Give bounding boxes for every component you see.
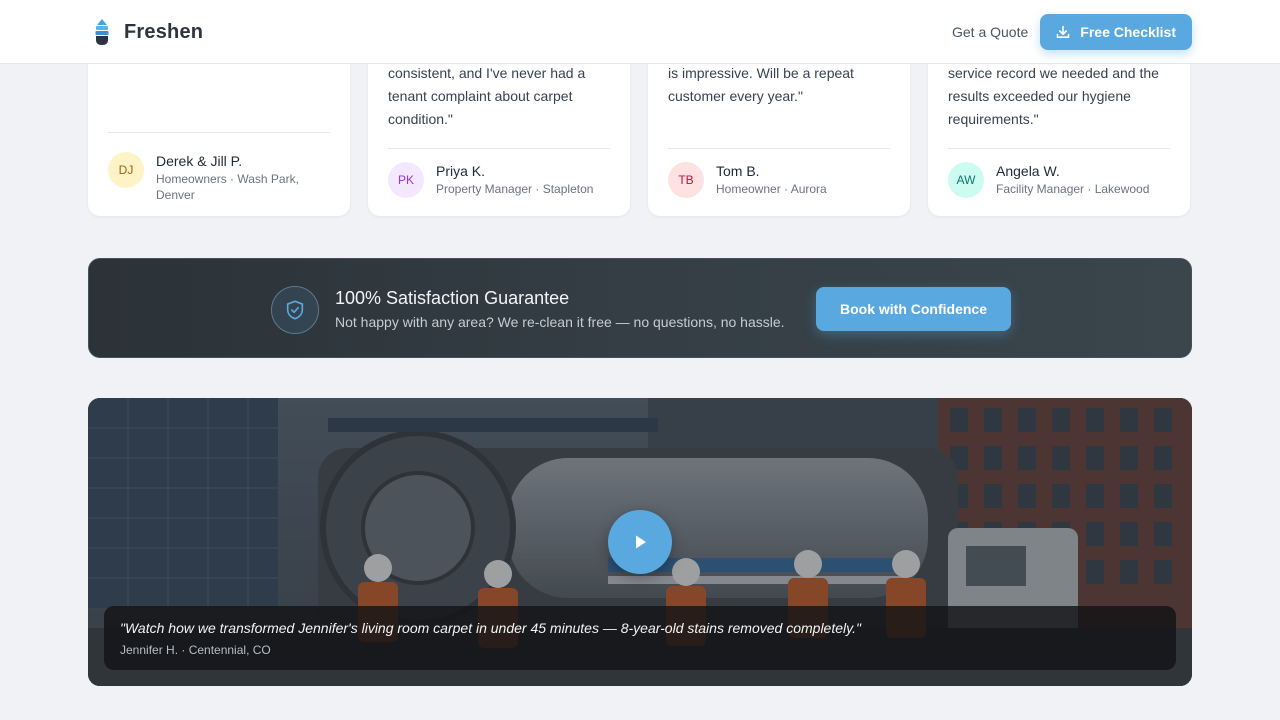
testimonial-author: AW Angela W. Facility Manager · Lakewood	[948, 162, 1149, 198]
free-checklist-button[interactable]: Free Checklist	[1040, 14, 1192, 50]
guarantee-banner: 100% Satisfaction Guarantee Not happy wi…	[88, 258, 1192, 358]
testimonial-quote: service record we needed and the results…	[948, 65, 1159, 127]
caption-author: Jennifer H. · Centennial, CO	[120, 643, 271, 657]
video-testimonial[interactable]: "Watch how we transformed Jennifer's liv…	[88, 398, 1192, 686]
author-name: Priya K.	[436, 163, 486, 179]
brand-logo[interactable]: Freshen	[92, 18, 203, 46]
card-divider	[108, 132, 330, 133]
play-icon	[636, 535, 646, 549]
author-role: Facility Manager · Lakewood	[996, 182, 1150, 196]
avatar: DJ	[108, 152, 144, 188]
guarantee-subtitle: Not happy with any area? We re-clean it …	[335, 314, 785, 330]
testimonial-author: PK Priya K. Property Manager · Stapleton	[388, 162, 593, 198]
testimonial-quote: is impressive. Will be a repeat customer…	[668, 65, 854, 104]
author-role: Homeowners · Wash Park, Denver	[156, 172, 299, 202]
guarantee-title: 100% Satisfaction Guarantee	[335, 288, 570, 308]
get-quote-link[interactable]: Get a Quote	[952, 24, 1028, 40]
brand-name: Freshen	[124, 20, 204, 43]
header-nav: Get a Quote Free Checklist	[952, 14, 1192, 50]
author-name: Derek & Jill P.	[156, 153, 243, 169]
caption-quote: "Watch how we transformed Jennifer's liv…	[120, 620, 861, 636]
author-name: Angela W.	[996, 163, 1060, 179]
testimonial-author: TB Tom B. Homeowner · Aurora	[668, 162, 827, 198]
download-icon	[1056, 25, 1070, 38]
author-name: Tom B.	[716, 163, 760, 179]
card-divider	[388, 148, 610, 149]
shield-check-icon	[271, 286, 319, 334]
droplet-stack-icon	[95, 19, 109, 45]
book-with-confidence-button[interactable]: Book with Confidence	[816, 287, 1011, 331]
testimonial-quote: consistent, and I've never had a tenant …	[388, 65, 586, 127]
play-button[interactable]	[608, 510, 672, 574]
testimonial-author: DJ Derek & Jill P. Homeowners · Wash Par…	[108, 152, 316, 203]
avatar: AW	[948, 162, 984, 198]
card-divider	[668, 148, 890, 149]
avatar: PK	[388, 162, 424, 198]
avatar: TB	[668, 162, 704, 198]
video-caption: "Watch how we transformed Jennifer's liv…	[104, 606, 1176, 670]
author-role: Property Manager · Stapleton	[436, 182, 594, 196]
free-checklist-label: Free Checklist	[1080, 24, 1176, 40]
author-role: Homeowner · Aurora	[716, 182, 827, 196]
site-header: Freshen Get a Quote Free Checklist	[0, 0, 1280, 64]
card-divider	[948, 148, 1170, 149]
